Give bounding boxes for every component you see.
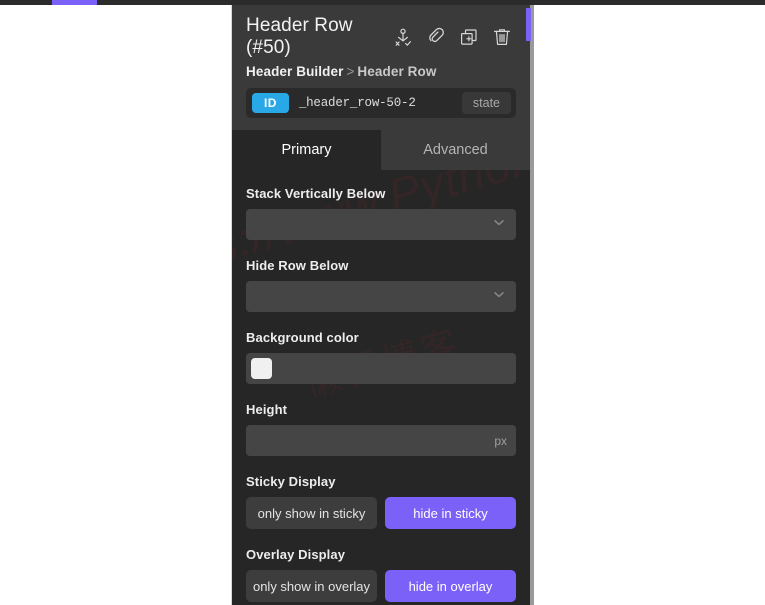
breadcrumb-leaf[interactable]: Header Row — [357, 64, 436, 79]
panel-header: Header Row (#50) Header Builder > Header… — [232, 5, 530, 130]
panel-tabs: Primary Advanced — [232, 130, 530, 170]
hide-row-below-select[interactable] — [246, 281, 516, 312]
hide-in-sticky-button[interactable]: hide in sticky — [385, 497, 516, 529]
page-canvas — [0, 5, 232, 605]
field-label-height: Height — [246, 402, 288, 417]
field-overlay-display: Overlay Display only show in overlay hid… — [246, 547, 516, 602]
field-height: Height px — [246, 402, 516, 456]
panel-scrollbar-track[interactable] — [530, 5, 534, 605]
height-input[interactable]: px — [246, 425, 516, 456]
trash-icon[interactable] — [492, 27, 512, 47]
field-background-color: Background color — [246, 330, 516, 384]
panel-scrollbar-thumb[interactable] — [526, 8, 531, 41]
only-show-in-sticky-button[interactable]: only show in sticky — [246, 497, 377, 529]
background-color-input[interactable] — [246, 353, 516, 384]
panel-header-top: Header Row (#50) — [246, 15, 516, 59]
screen: https://www.Pythonthree.com 懒得博客 Header … — [0, 0, 765, 605]
field-label-overlay-display: Overlay Display — [246, 547, 346, 562]
field-sticky-display: Sticky Display only show in sticky hide … — [246, 474, 516, 529]
color-swatch[interactable] — [251, 358, 272, 379]
sticky-display-button-group: only show in sticky hide in sticky — [246, 497, 516, 529]
tab-primary[interactable]: Primary — [232, 130, 381, 170]
chevron-down-icon — [492, 287, 506, 306]
height-unit-label: px — [494, 433, 507, 448]
panel-title: Header Row (#50) — [246, 15, 353, 58]
settings-panel: https://www.Pythonthree.com 懒得博客 Header … — [232, 5, 530, 605]
panel-header-actions — [393, 27, 516, 47]
overlay-display-button-group: only show in overlay hide in overlay — [246, 570, 516, 602]
field-label-stack-vertically-below: Stack Vertically Below — [246, 186, 386, 201]
field-label-hide-row-below: Hide Row Below — [246, 258, 349, 273]
field-stack-vertically-below: Stack Vertically Below — [246, 186, 516, 240]
select-parent-icon[interactable] — [393, 27, 413, 47]
tab-advanced[interactable]: Advanced — [381, 130, 530, 170]
only-show-in-overlay-button[interactable]: only show in overlay — [246, 570, 377, 602]
element-id-bar: ID _header_row-50-2 state — [246, 88, 516, 118]
duplicate-icon[interactable] — [459, 27, 479, 47]
field-label-sticky-display: Sticky Display — [246, 474, 336, 489]
browser-top-strip — [0, 0, 765, 5]
hide-in-overlay-button[interactable]: hide in overlay — [385, 570, 516, 602]
field-hide-row-below: Hide Row Below — [246, 258, 516, 312]
breadcrumb-separator: > — [346, 64, 355, 79]
top-strip-accent — [52, 0, 97, 5]
panel-body: Stack Vertically Below Hide Row Below Ba… — [232, 170, 530, 602]
state-button[interactable]: state — [461, 91, 511, 115]
stack-vertically-below-select[interactable] — [246, 209, 516, 240]
element-id-value[interactable]: _header_row-50-2 — [299, 96, 462, 110]
link-icon[interactable] — [426, 27, 446, 47]
page-canvas-right — [533, 5, 765, 605]
breadcrumb: Header Builder > Header Row — [246, 64, 516, 79]
id-badge: ID — [252, 93, 289, 113]
breadcrumb-root[interactable]: Header Builder — [246, 64, 343, 79]
chevron-down-icon — [492, 215, 506, 234]
field-label-background-color: Background color — [246, 330, 359, 345]
